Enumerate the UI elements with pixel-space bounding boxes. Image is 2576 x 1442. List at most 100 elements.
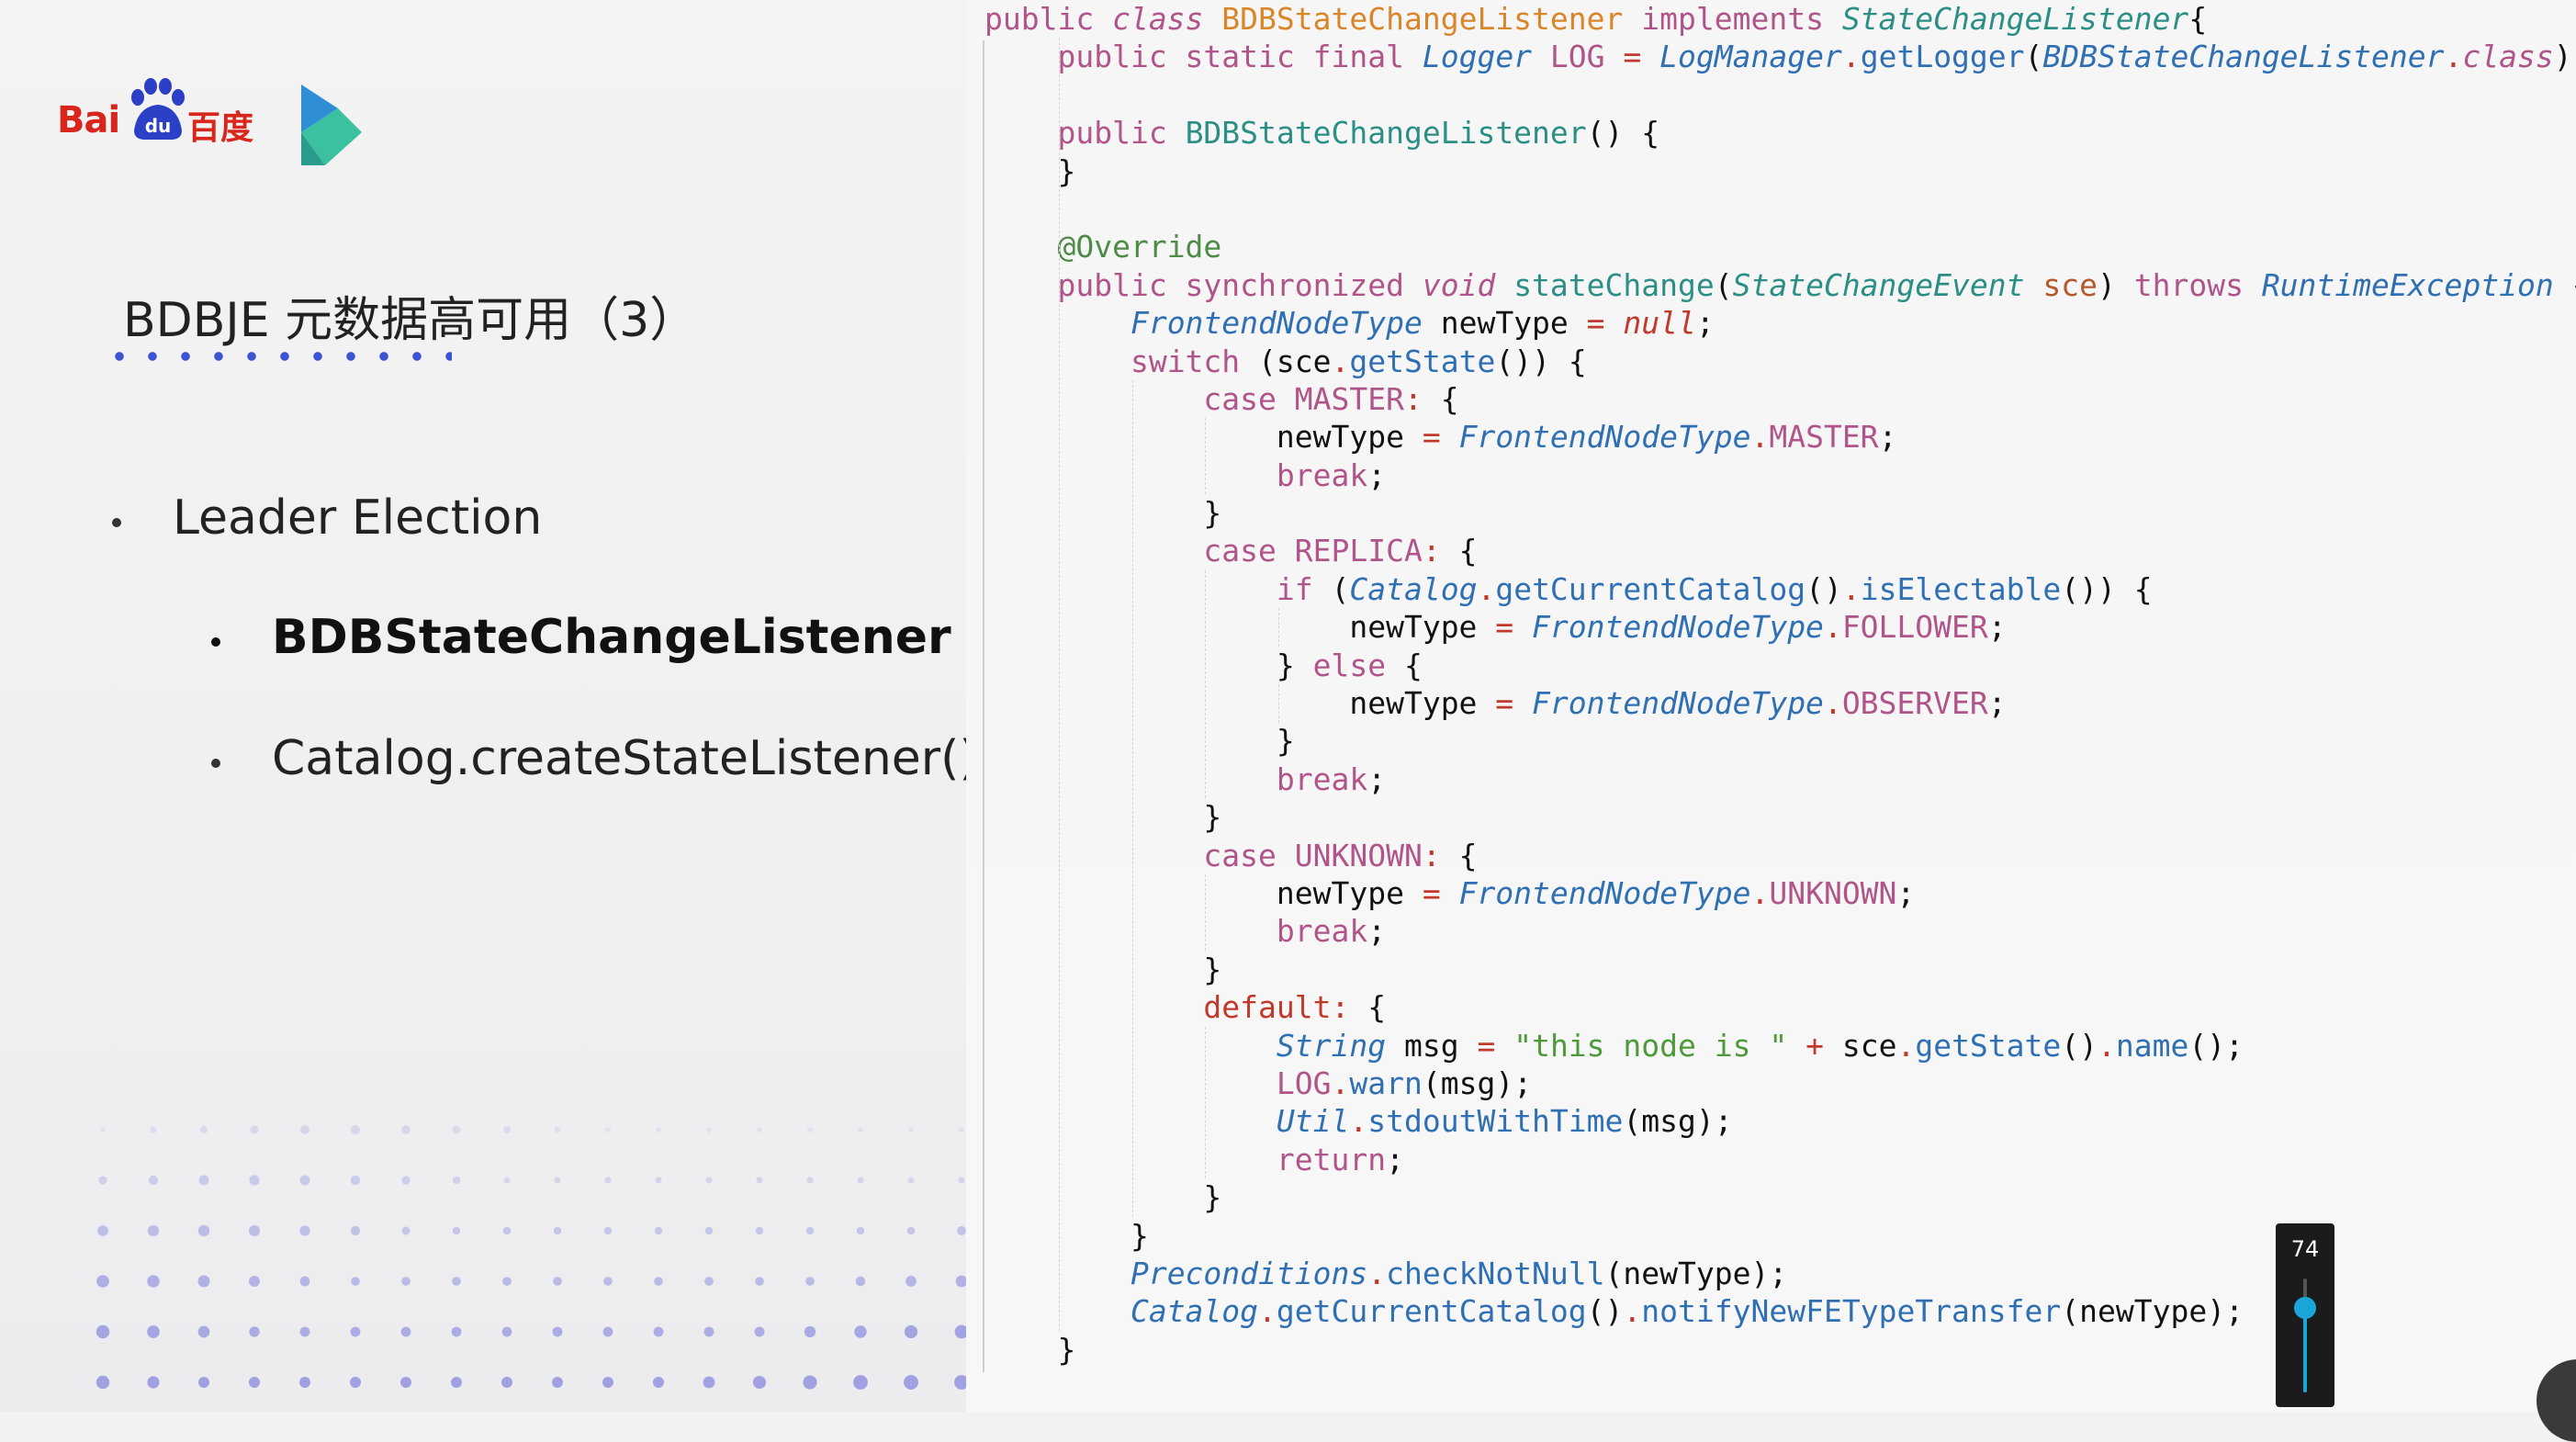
decorative-dot xyxy=(958,1177,965,1184)
bullet-text: Catalog.createStateListener() xyxy=(272,731,966,786)
code-token: public static final xyxy=(1057,39,1423,75)
volume-handle[interactable] xyxy=(2294,1297,2316,1320)
code-token: notifyNewFETypeTransfer xyxy=(1641,1293,2062,1330)
decorative-dot xyxy=(96,1324,110,1339)
slide-panel: Bai du 百度 BDBJE 元数据高可用（3） Leader Electio… xyxy=(0,0,966,1412)
decorative-dot xyxy=(502,1277,512,1286)
code-token: } xyxy=(984,1331,1076,1368)
code-token: = xyxy=(1623,39,1660,75)
code-token: StateChangeEvent xyxy=(1732,266,2043,303)
baidu-logo-chinese: 百度 xyxy=(187,109,254,147)
code-token: . xyxy=(1349,1103,1368,1140)
code-line: } xyxy=(984,152,2576,190)
decorative-dot xyxy=(401,1176,411,1185)
code-line: public class BDBStateChangeListener impl… xyxy=(984,0,2576,38)
decorative-dot xyxy=(400,1326,411,1337)
code-line: case UNKNOWN: { xyxy=(984,837,2576,874)
decorative-dot xyxy=(908,1127,914,1132)
code-token: (msg); xyxy=(1623,1103,1733,1140)
code-line: newType = FrontendNodeType.OBSERVER; xyxy=(984,684,2576,722)
decorative-dot xyxy=(299,1276,310,1287)
code-token: (); xyxy=(2188,1027,2244,1064)
indent-guide xyxy=(1205,570,1207,799)
code-token: } xyxy=(984,799,1222,836)
decorative-dot xyxy=(552,1326,563,1337)
code-line: newType = FrontendNodeType.FOLLOWER; xyxy=(984,608,2576,646)
code-token: StateChangeListener xyxy=(1841,1,2189,37)
decorative-dot xyxy=(350,1326,361,1337)
decorative-dot xyxy=(703,1376,715,1389)
code-token: stateChange xyxy=(1513,266,1715,303)
code-token: else xyxy=(1312,647,1404,683)
code-token: case xyxy=(1203,837,1295,873)
code-token: BDBStateChangeListener xyxy=(1185,115,1587,152)
code-token: . xyxy=(1258,1293,1277,1330)
bullet-dot xyxy=(211,637,220,647)
code-token: ; xyxy=(1386,1141,1404,1177)
code-token: : xyxy=(1403,380,1441,417)
code-token: FOLLOWER xyxy=(1841,609,1988,646)
decorative-dot xyxy=(904,1324,918,1339)
code-token: newType xyxy=(984,609,1496,646)
decorative-dot xyxy=(703,1326,714,1337)
code-token: getCurrentCatalog xyxy=(1495,570,1806,607)
decorative-dot xyxy=(147,1376,160,1389)
code-line: if (Catalog.getCurrentCatalog().isElecta… xyxy=(984,570,2576,608)
code-token: @Override xyxy=(1057,229,1222,265)
code-token: case xyxy=(1203,533,1295,569)
code-token: { xyxy=(1440,380,1459,417)
decorative-dot xyxy=(906,1276,917,1287)
code-token: break xyxy=(1276,913,1368,950)
code-token: void xyxy=(1422,266,1514,303)
decorative-dot xyxy=(653,1326,664,1337)
code-token: . xyxy=(1896,1027,1916,1064)
code-token: () { xyxy=(1586,115,1660,152)
decorative-dot xyxy=(502,1226,512,1235)
decorative-dot xyxy=(198,1175,209,1186)
decorative-dot xyxy=(855,1276,866,1287)
code-token: switch xyxy=(1130,343,1259,379)
code-token: . xyxy=(2444,39,2463,75)
volume-slider[interactable]: 74 xyxy=(2276,1223,2334,1407)
code-token: . xyxy=(1823,685,1842,722)
code-line: break; xyxy=(984,456,2576,494)
decorative-dot xyxy=(757,1127,762,1132)
decorative-dot xyxy=(654,1277,663,1286)
code-token: getState xyxy=(1349,343,1496,379)
decorative-dot xyxy=(98,1176,107,1185)
decorative-dot xyxy=(955,1275,966,1288)
code-line: newType = FrontendNodeType.UNKNOWN; xyxy=(984,874,2576,912)
code-line: case REPLICA: { xyxy=(984,532,2576,569)
code-token: . xyxy=(2098,1027,2116,1064)
decorative-dot xyxy=(806,1177,814,1184)
baidu-logo-text: Bai xyxy=(57,99,120,141)
code-token: sce xyxy=(2042,266,2098,303)
code-token: = xyxy=(1422,419,1459,456)
code-line: } xyxy=(984,722,2576,760)
decorative-dot xyxy=(756,1177,763,1184)
code-token: : xyxy=(1422,837,1459,873)
title-underline-dots xyxy=(103,351,452,362)
decorative-dot xyxy=(249,1377,260,1388)
decorative-dot xyxy=(100,1127,106,1132)
decorative-dot xyxy=(704,1226,714,1235)
code-token: . xyxy=(1750,874,1770,911)
decorative-dot xyxy=(147,1224,160,1237)
code-token: ( xyxy=(2024,39,2043,75)
code-token: implements xyxy=(1641,1,1842,37)
code-token: ()) { xyxy=(1495,343,1587,379)
code-token: ( xyxy=(1331,570,1350,607)
code-token: LogManager xyxy=(1659,39,1842,75)
code-token: public xyxy=(984,1,1113,37)
decorative-dot xyxy=(350,1225,361,1236)
